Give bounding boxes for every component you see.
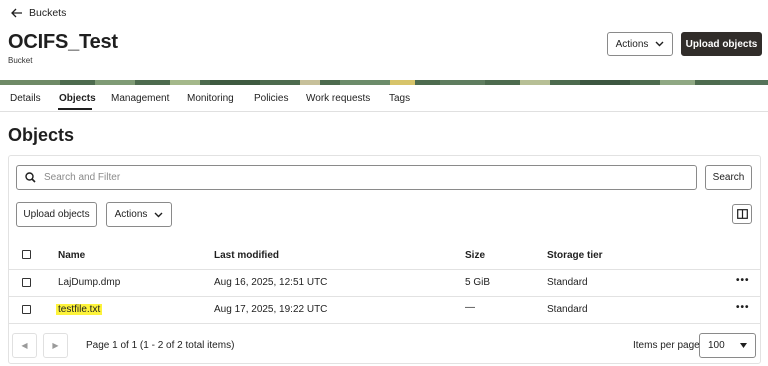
column-header-last-modified[interactable]: Last modified	[214, 250, 279, 261]
chevron-left-icon: ◀	[21, 341, 28, 350]
row-actions-more-icon[interactable]: •••	[736, 275, 750, 286]
column-header-name[interactable]: Name	[58, 250, 85, 261]
arrow-left-icon	[11, 8, 22, 18]
column-header-size[interactable]: Size	[465, 250, 485, 261]
search-button[interactable]: Search	[705, 165, 752, 190]
columns-icon	[736, 209, 748, 219]
column-settings-button[interactable]	[732, 204, 752, 224]
back-link-label: Buckets	[29, 7, 67, 19]
last-modified-value: Aug 17, 2025, 19:22 UTC	[214, 304, 328, 315]
table-divider	[8, 296, 761, 297]
chevron-down-icon	[655, 41, 664, 47]
search-icon	[25, 172, 36, 183]
search-button-label: Search	[712, 172, 745, 183]
pagination-summary: Page 1 of 1 (1 - 2 of 2 total items)	[86, 340, 235, 351]
header-upload-label: Upload objects	[685, 38, 758, 50]
tab-policies[interactable]: Policies	[254, 93, 288, 104]
caret-down-icon	[740, 343, 747, 348]
row-checkbox[interactable]	[22, 305, 31, 314]
size-value: —	[465, 302, 475, 313]
items-per-page-select[interactable]: 100	[699, 333, 756, 358]
tab-details[interactable]: Details	[10, 93, 41, 104]
upload-objects-button[interactable]: Upload objects	[16, 202, 97, 227]
table-divider	[8, 269, 761, 270]
object-name-highlight: testfile.txt	[56, 304, 103, 315]
page-title: OCIFS_Test	[8, 31, 118, 53]
select-all-checkbox[interactable]	[22, 250, 31, 259]
storage-tier-value: Standard	[547, 304, 588, 315]
chevron-down-icon	[154, 212, 163, 217]
section-title: Objects	[8, 125, 75, 145]
back-to-buckets-link[interactable]: Buckets	[11, 6, 66, 20]
actions-button[interactable]: Actions	[106, 202, 172, 227]
header-actions-label: Actions	[615, 38, 649, 50]
actions-label: Actions	[114, 209, 148, 220]
search-field[interactable]	[16, 165, 697, 190]
chevron-right-icon: ▶	[52, 341, 59, 350]
tab-bar: Details Objects Management Monitoring Po…	[0, 85, 768, 112]
size-value: 5 GiB	[465, 277, 491, 288]
row-checkbox[interactable]	[22, 278, 31, 287]
upload-objects-label: Upload objects	[23, 209, 90, 220]
tab-tags[interactable]: Tags	[389, 93, 410, 104]
header-actions-button[interactable]: Actions	[607, 32, 673, 56]
tab-objects[interactable]: Objects	[59, 93, 96, 104]
row-actions-more-icon[interactable]: •••	[736, 302, 750, 313]
object-name-link-highlighted[interactable]: testfile.txt	[56, 304, 103, 315]
tab-work-requests[interactable]: Work requests	[306, 93, 370, 104]
last-modified-value: Aug 16, 2025, 12:51 UTC	[214, 277, 328, 288]
tab-monitoring[interactable]: Monitoring	[187, 93, 234, 104]
previous-page-button[interactable]: ◀	[12, 333, 37, 358]
tab-management[interactable]: Management	[111, 93, 169, 104]
next-page-button[interactable]: ▶	[43, 333, 68, 358]
search-input[interactable]	[42, 171, 686, 184]
active-tab-indicator	[58, 108, 92, 110]
items-per-page-label: Items per page	[633, 340, 700, 351]
header-upload-objects-button[interactable]: Upload objects	[681, 32, 762, 56]
table-divider	[8, 323, 761, 324]
column-header-storage-tier[interactable]: Storage tier	[547, 250, 603, 261]
object-name-link[interactable]: LajDump.dmp	[58, 277, 120, 288]
page-subtitle: Bucket	[8, 56, 33, 65]
storage-tier-value: Standard	[547, 277, 588, 288]
items-per-page-value: 100	[708, 340, 725, 351]
